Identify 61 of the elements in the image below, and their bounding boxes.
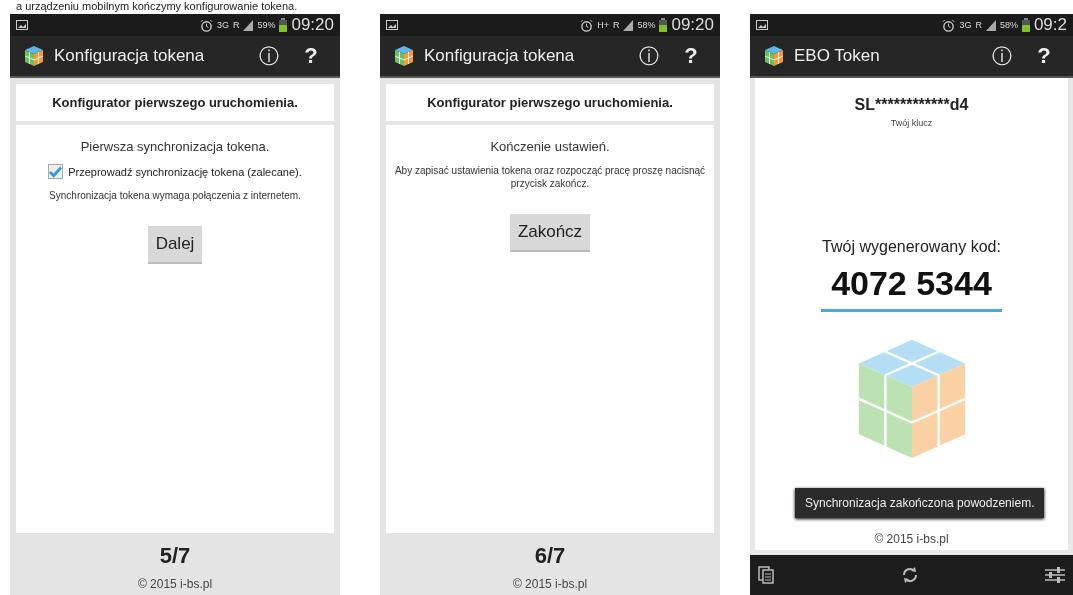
alarm-clock-icon xyxy=(199,18,213,32)
roaming-indicator: R xyxy=(612,20,620,30)
battery-percent: 58% xyxy=(999,20,1018,30)
image-icon xyxy=(756,20,768,30)
app-title: EBO Token xyxy=(794,46,881,66)
signal-icon xyxy=(243,19,254,31)
image-icon xyxy=(386,20,398,30)
settings-icon[interactable] xyxy=(1045,566,1065,584)
wizard-header: Konfigurator pierwszego uruchomienia. xyxy=(16,84,334,121)
alarm-clock-icon xyxy=(942,18,956,32)
copyright: © 2015 i-bs.pl xyxy=(136,577,214,593)
checkbox[interactable] xyxy=(48,164,64,179)
app-logo-icon xyxy=(762,44,786,68)
battery-percent: 59% xyxy=(257,20,276,30)
network-type: 3G xyxy=(959,20,972,30)
caption: a urządzeniu mobilnym kończymy konfigurowanie tokena. xyxy=(15,0,299,14)
wizard-button[interactable]: Zakończ xyxy=(509,214,591,252)
roaming-indicator: R xyxy=(975,20,982,30)
app-logo-icon xyxy=(22,44,46,68)
clock: 09:20 xyxy=(291,15,334,35)
info-button[interactable]: ⓘ xyxy=(632,42,666,70)
step-counter: 6/7 xyxy=(533,542,567,570)
network-type: 3G xyxy=(216,20,229,30)
battery-icon xyxy=(279,18,288,32)
battery-icon xyxy=(659,18,668,32)
info-button[interactable]: ⓘ xyxy=(985,42,1019,70)
step-heading: Pierwsza synchronizacja tokena. xyxy=(80,139,270,154)
wizard-header: Konfigurator pierwszego uruchomienia. xyxy=(386,84,714,121)
step-note: Synchronizacja tokena wymaga połączenia z internetem. xyxy=(48,189,302,202)
app-title: Konfiguracja tokena xyxy=(54,46,206,66)
sync-checkbox[interactable]: Przeprowadź synchronizację tokena (zalecane). xyxy=(48,164,302,179)
image-icon xyxy=(16,20,28,30)
masked-key: SL************d4 xyxy=(854,96,969,114)
wizard-button[interactable]: Dalej xyxy=(147,226,203,264)
step-counter: 5/7 xyxy=(158,542,192,570)
code-label: Twój wygenerowany kod: xyxy=(822,238,1001,256)
app-logo-icon xyxy=(392,44,416,68)
step-heading: Kończenie ustawień. xyxy=(490,139,610,154)
generated-code: 4072 5344 xyxy=(821,264,1002,312)
toast-message: Synchronizacja zakończona powodzeniem. xyxy=(795,488,1045,518)
clock: 09:2 xyxy=(1033,15,1067,35)
alarm-clock-icon xyxy=(580,18,594,32)
app-title: Konfiguracja tokena xyxy=(424,46,576,66)
battery-percent: 58% xyxy=(637,20,656,30)
checkbox-label: Przeprowadź synchronizację tokena (zalecane). xyxy=(68,165,302,178)
signal-icon xyxy=(985,19,996,31)
battery-icon xyxy=(1021,18,1030,32)
help-button[interactable]: ? xyxy=(294,43,328,69)
network-type: H+ xyxy=(597,20,609,30)
copy-icon[interactable] xyxy=(758,566,774,584)
checkmark-icon xyxy=(49,165,63,178)
copyright: © 2015 i-bs.pl xyxy=(511,577,589,593)
step-note: Aby zapisać ustawienia tokena oraz rozpocząć pracę proszę nacisnąć przycisk zakończ. xyxy=(393,164,707,190)
help-button[interactable]: ? xyxy=(674,43,708,69)
roaming-indicator: R xyxy=(232,20,240,30)
copyright: © 2015 i-bs.pl xyxy=(874,532,949,548)
clock: 09:20 xyxy=(671,15,714,35)
key-label: Twój klucz xyxy=(890,118,933,128)
info-button[interactable]: ⓘ xyxy=(252,42,286,70)
signal-icon xyxy=(623,19,634,31)
help-button[interactable]: ? xyxy=(1027,43,1061,69)
